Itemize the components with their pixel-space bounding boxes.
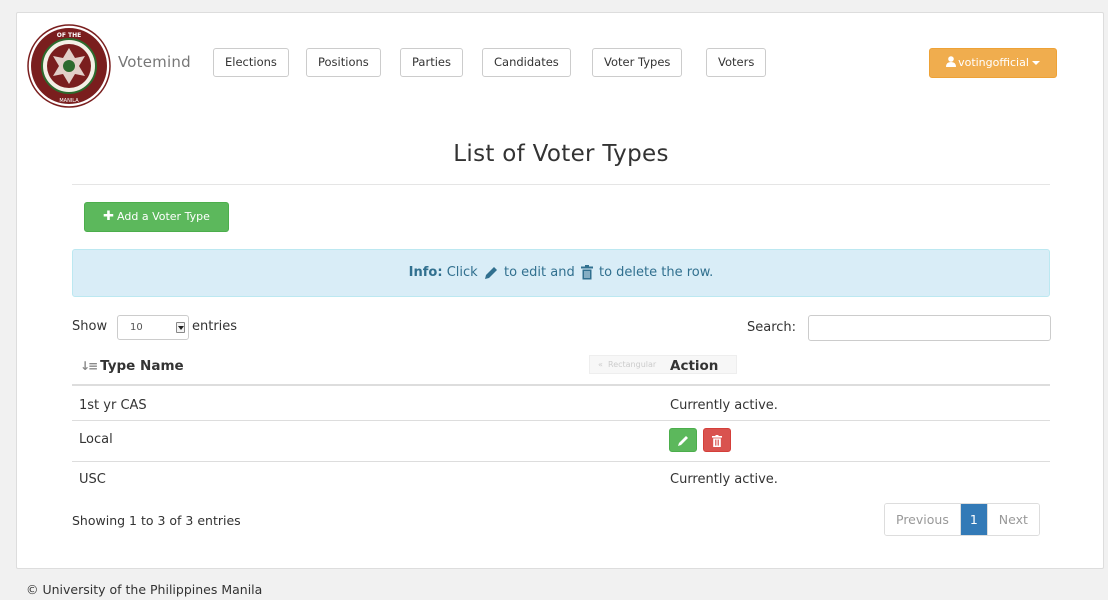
sort-ascending-icon: ↓≡: [80, 359, 98, 373]
ghost-tooltip-text: Rectangular: [608, 360, 657, 369]
pagination-summary: Showing 1 to 3 of 3 entries: [72, 513, 241, 528]
plus-icon: ✚: [103, 209, 115, 224]
delete-row-button[interactable]: [703, 428, 731, 452]
nav-positions-button[interactable]: Positions: [306, 48, 381, 77]
page-title: List of Voter Types: [453, 141, 669, 167]
next-page-button[interactable]: Next: [986, 504, 1039, 535]
column-header-action[interactable]: Action: [670, 358, 718, 374]
previous-page-button[interactable]: Previous: [885, 504, 961, 535]
user-menu-dropdown[interactable]: votingofficial: [929, 48, 1057, 78]
table-row-action: Currently active.: [670, 472, 778, 487]
table-row-name: Local: [79, 432, 113, 447]
add-voter-type-label: Add a Voter Type: [117, 210, 210, 223]
dropdown-arrow-icon: [176, 322, 185, 333]
user-icon: [946, 56, 957, 67]
brand-name[interactable]: Votemind: [118, 53, 191, 71]
current-page-button[interactable]: 1: [960, 504, 987, 535]
header-divider: [72, 384, 1050, 386]
show-label: Show: [72, 319, 108, 334]
main-panel: OF THE MANILA Votemind Elections Positio…: [16, 12, 1104, 569]
nav-candidates-button[interactable]: Candidates: [482, 48, 571, 77]
trash-icon: [712, 435, 722, 447]
info-text-3: to delete the row.: [598, 265, 714, 280]
university-seal-logo[interactable]: OF THE MANILA: [27, 24, 111, 108]
ghost-arrow-icon: «: [598, 360, 603, 369]
info-text-1: Click: [446, 265, 478, 280]
info-prefix: Info:: [408, 265, 443, 280]
column-header-type-name-label: Type Name: [100, 358, 184, 374]
nav-elections-button[interactable]: Elections: [213, 48, 289, 77]
chevron-down-icon: [1031, 61, 1040, 65]
nav-parties-button[interactable]: Parties: [400, 48, 463, 77]
pencil-icon: [484, 266, 497, 279]
footer-copyright: © University of the Philippines Manila: [26, 582, 263, 597]
entries-label: entries: [192, 319, 238, 334]
title-divider: [72, 184, 1050, 185]
search-label: Search:: [747, 320, 797, 335]
column-header-type-name[interactable]: ↓≡ Type Name: [80, 358, 184, 374]
pagination: Previous 1 Next: [884, 503, 1040, 536]
svg-text:OF THE: OF THE: [57, 32, 82, 39]
row-divider: [72, 420, 1050, 421]
pencil-icon: [678, 436, 688, 446]
user-menu-label: votingofficial: [958, 56, 1029, 69]
nav-voter-types-button[interactable]: Voter Types: [592, 48, 683, 77]
trash-icon: [580, 265, 593, 280]
row-divider: [72, 461, 1050, 462]
info-text-2: to edit and: [503, 265, 575, 280]
svg-text:MANILA: MANILA: [59, 98, 79, 104]
table-row-name: USC: [79, 472, 106, 487]
entries-value: 10: [130, 322, 143, 333]
table-row-action: Currently active.: [670, 398, 778, 413]
info-alert: Info: Click to edit and to delete the ro…: [72, 249, 1050, 297]
nav-voters-button[interactable]: Voters: [706, 48, 767, 77]
table-row-name: 1st yr CAS: [79, 398, 147, 413]
search-input[interactable]: [808, 315, 1051, 341]
add-voter-type-button[interactable]: ✚ Add a Voter Type: [84, 202, 229, 232]
entries-per-page-select[interactable]: 10: [117, 315, 189, 340]
edit-row-button[interactable]: [669, 428, 697, 452]
